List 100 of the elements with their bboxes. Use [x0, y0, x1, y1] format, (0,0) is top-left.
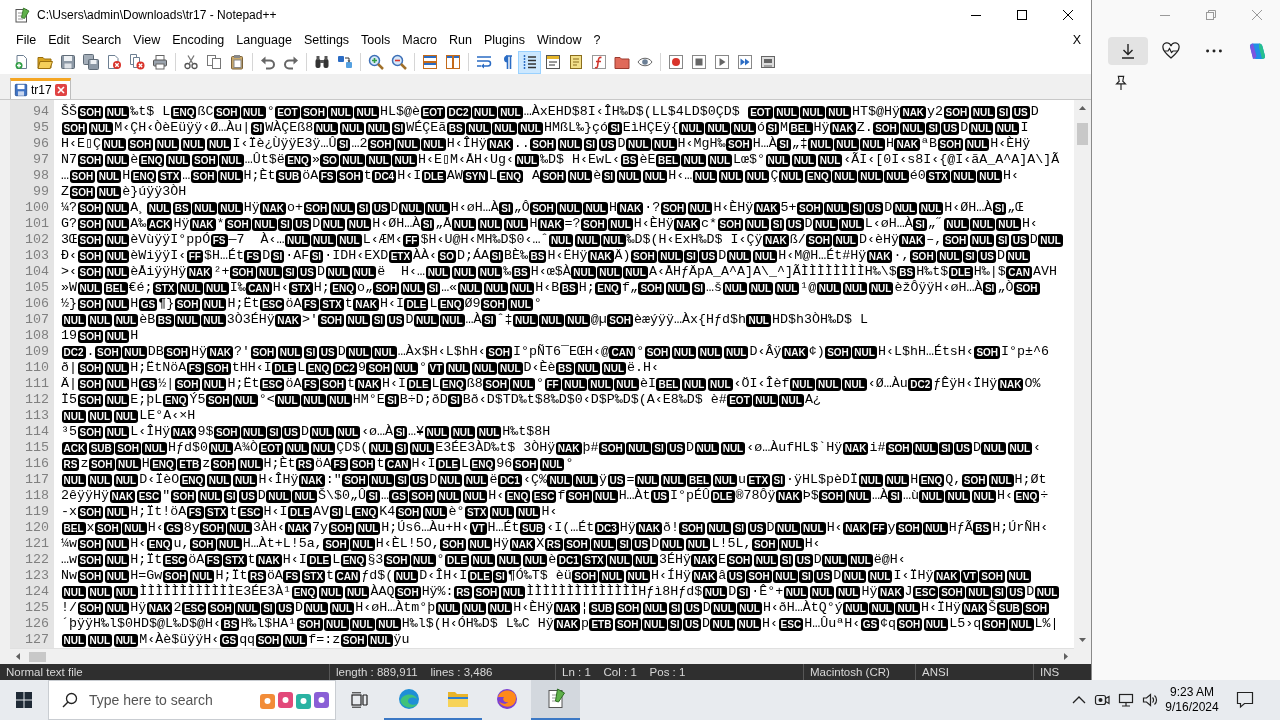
- menu-item[interactable]: Edit: [42, 30, 76, 50]
- code-text: ë: [489, 472, 498, 488]
- code-text: ·,: [893, 248, 910, 264]
- code-text: H‹: [488, 488, 505, 504]
- close-document-button[interactable]: X: [1070, 30, 1083, 50]
- menu-item[interactable]: View: [127, 30, 167, 50]
- control-char: NUL: [722, 281, 748, 295]
- clock-time[interactable]: 9:23 AM: [1170, 685, 1214, 700]
- control-char: NUL: [694, 441, 720, 455]
- code-text: H‹ËHÿ: [547, 248, 588, 264]
- control-char: NUL: [614, 377, 639, 391]
- control-char: RS: [296, 457, 314, 471]
- control-char: NAK: [842, 441, 869, 455]
- code-text: AW: [446, 168, 463, 184]
- camera-icon[interactable]: [1093, 692, 1110, 708]
- control-char: SI: [995, 233, 1010, 247]
- speaker-icon[interactable]: [1142, 692, 1158, 708]
- start-icon[interactable]: [16, 692, 32, 708]
- control-char: US: [667, 441, 686, 455]
- code-text: HD$h3ÒH‰D$ L: [771, 312, 868, 328]
- menu-item[interactable]: Settings: [297, 30, 356, 50]
- control-char: SOH: [607, 313, 633, 327]
- control-char: NUL: [197, 489, 223, 503]
- control-char: SI: [356, 201, 371, 215]
- scroll-thumb[interactable]: [29, 651, 46, 662]
- control-char: NUL: [842, 377, 867, 391]
- control-char: NUL: [765, 153, 791, 167]
- control-char: NUL: [718, 169, 744, 183]
- control-char: NUL: [791, 153, 817, 167]
- control-char: NAK: [109, 489, 136, 503]
- scroll-thumb[interactable]: [1077, 123, 1088, 145]
- code-text: L: [461, 456, 470, 472]
- control-char: SOH: [615, 601, 642, 615]
- control-char: NUL: [895, 601, 921, 615]
- control-char: DLE: [421, 169, 446, 183]
- download-button[interactable]: [1108, 37, 1148, 65]
- control-char: NUL: [450, 425, 476, 439]
- pages-cross-icon: [128, 54, 145, 70]
- code-text: ¹@: [800, 280, 817, 296]
- control-char: BS: [511, 265, 530, 279]
- control-char: NUL: [969, 233, 995, 247]
- code-text: D: [973, 440, 981, 456]
- replace-icon: [336, 54, 353, 70]
- control-char: NUL: [104, 505, 130, 519]
- clock-date[interactable]: 9/16/2024: [1165, 700, 1219, 715]
- menu-item[interactable]: Run: [443, 30, 478, 50]
- code-text: H…ÛuªH‹: [804, 616, 861, 632]
- control-char: SOH: [189, 537, 216, 551]
- control-char: NUL: [113, 409, 139, 423]
- code-text: 96: [496, 456, 513, 472]
- control-char: SOH: [250, 345, 277, 359]
- menu-item[interactable]: Window: [530, 30, 588, 50]
- function-list-icon: [590, 54, 607, 70]
- control-char: NUL: [518, 121, 543, 135]
- code-text: è: [130, 152, 139, 168]
- code-text: H;Ït: [215, 568, 248, 584]
- control-char: NUL: [951, 169, 976, 183]
- taskbar-button[interactable]: [531, 680, 580, 720]
- control-char: BS: [897, 265, 916, 279]
- network-icon[interactable]: [1117, 692, 1134, 708]
- control-char: NUL: [753, 553, 779, 567]
- control-char: NUL: [923, 521, 948, 535]
- code-text: M‹ÇH‹ÒèEüÿÿ‹Ø…Àu|: [114, 120, 251, 136]
- control-char: NUL: [282, 633, 308, 647]
- control-char: NUL: [104, 329, 130, 343]
- code-text: „Å: [435, 216, 452, 232]
- task-view-icon[interactable]: [351, 692, 369, 708]
- code-text: -x: [61, 504, 77, 520]
- line-number: 109: [24, 344, 50, 360]
- menu-item[interactable]: Tools: [355, 30, 397, 50]
- indent-lines-button[interactable]: [518, 50, 541, 74]
- notification-icon[interactable]: [1236, 691, 1254, 709]
- control-char: FS: [204, 553, 222, 567]
- control-char: DLE: [948, 265, 973, 279]
- menu-item[interactable]: Language: [230, 30, 298, 50]
- code-text: D: [651, 536, 660, 552]
- control-char: SOH: [486, 345, 512, 359]
- code-text: L‹ÎHÿ: [130, 424, 171, 440]
- close-icon[interactable]: [1063, 10, 1073, 20]
- document-tab[interactable]: tr17: [10, 78, 71, 99]
- maximize-icon[interactable]: [1017, 10, 1027, 20]
- control-char: BS: [556, 361, 574, 375]
- menu-item[interactable]: Encoding: [166, 30, 231, 50]
- pin-icon[interactable]: [1113, 75, 1129, 91]
- floppy-icon: [14, 83, 28, 97]
- control-char: FF: [544, 377, 561, 391]
- menu-item[interactable]: Macro: [396, 30, 444, 50]
- menu-item[interactable]: Search: [75, 30, 128, 50]
- control-char: ENQ: [179, 473, 206, 487]
- search-field[interactable]: Type here to search: [48, 680, 336, 720]
- menu-item[interactable]: ?: [587, 30, 607, 50]
- code-text: H;ËtNöA: [130, 360, 187, 376]
- code-text: z: [80, 456, 89, 472]
- restore-icon[interactable]: [1206, 10, 1216, 20]
- menu-item[interactable]: Plugins: [477, 30, 531, 50]
- menu-item[interactable]: File: [10, 30, 43, 50]
- code-text: è: [593, 168, 602, 184]
- control-char: US: [318, 345, 337, 359]
- control-char: SOH: [255, 633, 282, 647]
- control-char: US: [298, 265, 316, 279]
